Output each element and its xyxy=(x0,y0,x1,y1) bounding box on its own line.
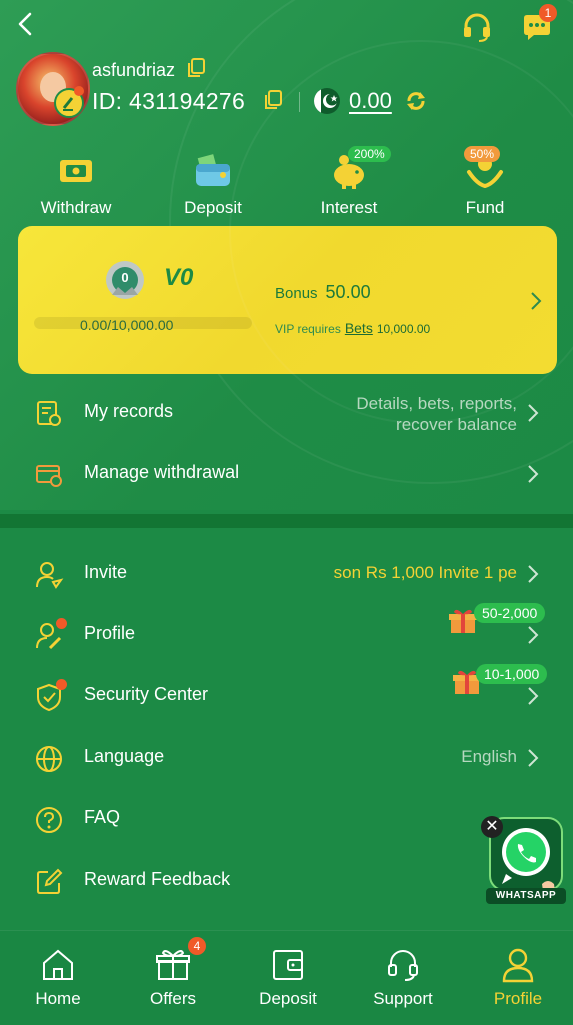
section-divider xyxy=(0,514,573,528)
user-id-label: ID: xyxy=(92,88,123,114)
nav-offers-label: Offers xyxy=(150,989,196,1008)
vip-progress-text: 0.00/10,000.00 xyxy=(80,317,174,333)
quick-interest-label: Interest xyxy=(320,198,378,217)
records-icon xyxy=(37,401,61,426)
vip-level-name: V0 xyxy=(164,264,194,291)
person-icon xyxy=(498,945,538,985)
home-icon xyxy=(38,945,78,985)
hand-coins-icon xyxy=(463,148,507,192)
messages-badge: 1 xyxy=(539,4,557,22)
pakistan-flag-icon xyxy=(314,88,340,114)
vip-bonus: Bonus 50.00 xyxy=(275,282,371,303)
whatsapp-floating-button[interactable]: WHATSAPP ✕ xyxy=(481,814,566,906)
nav-home-label: Home xyxy=(35,989,81,1008)
chevron-right-icon xyxy=(528,749,539,767)
security-center-row[interactable]: Security Center 10-1,000 xyxy=(0,664,573,724)
nav-support-label: Support xyxy=(373,989,433,1008)
nav-profile[interactable]: Profile xyxy=(463,945,573,1009)
quick-fund-label: Fund xyxy=(465,198,505,217)
edit-square-icon xyxy=(37,868,63,894)
interest-tag: 200% xyxy=(348,146,391,162)
close-icon[interactable]: ✕ xyxy=(481,816,503,838)
vip-requires-label: VIP requires xyxy=(275,322,341,336)
vip-bonus-value: 50.00 xyxy=(325,282,371,302)
invite-label: Invite xyxy=(84,562,128,582)
profile-label: Profile xyxy=(84,623,136,643)
chevron-right-icon xyxy=(528,687,539,705)
nav-profile-label: Profile xyxy=(493,989,543,1008)
question-circle-icon xyxy=(36,807,62,833)
offers-badge: 4 xyxy=(188,937,206,955)
invite-promo-text: son Rs 1,000 Invite 1 pe xyxy=(333,563,517,582)
language-row[interactable]: Language English xyxy=(0,730,573,786)
nav-offers[interactable]: 4 Offers xyxy=(118,937,228,1009)
my-records-subtitle-line1: Details, bets, reports, xyxy=(356,394,517,413)
wallet-icon xyxy=(191,148,235,192)
quick-interest[interactable]: 200% Interest xyxy=(294,146,404,218)
nav-deposit-label: Deposit xyxy=(259,989,317,1008)
invite-row[interactable]: Invite son Rs 1,000 Invite 1 pe xyxy=(0,546,573,602)
refresh-balance-icon[interactable] xyxy=(405,90,427,112)
profile-notification-dot xyxy=(56,618,67,629)
globe-icon xyxy=(36,746,62,772)
header-separator xyxy=(299,92,300,112)
language-label: Language xyxy=(84,746,165,766)
my-records-subtitle: Details, bets, reports, recover balance xyxy=(356,393,517,435)
nav-support[interactable]: Support xyxy=(348,945,458,1009)
ticket-icon xyxy=(54,148,98,192)
my-records-label: My records xyxy=(84,401,174,421)
vip-card[interactable]: 0 V0 0.00/10,000.00 Bonus 50.00 VIP requi… xyxy=(18,226,557,374)
my-records-subtitle-line2: recover balance xyxy=(396,415,517,434)
nav-deposit[interactable]: Deposit xyxy=(233,945,343,1009)
copy-id-icon[interactable] xyxy=(264,90,282,110)
quick-withdraw-label: Withdraw xyxy=(40,198,112,217)
quick-withdraw[interactable]: Withdraw xyxy=(21,148,131,218)
profile-reward-pill: 50-2,000 xyxy=(474,603,546,623)
headset-icon xyxy=(383,945,423,985)
quick-deposit-label: Deposit xyxy=(184,198,242,217)
copy-username-icon[interactable] xyxy=(187,58,205,78)
chevron-right-icon xyxy=(528,626,539,644)
username: asfundriaz xyxy=(92,60,176,80)
chevron-right-icon xyxy=(528,404,539,422)
chevron-right-icon xyxy=(528,465,539,483)
headset-icon[interactable] xyxy=(460,10,494,44)
avatar-notification-dot xyxy=(74,86,84,96)
withdrawal-card-icon xyxy=(36,465,62,487)
invite-user-icon xyxy=(36,562,64,589)
vip-requirement: VIP requires Bets 10,000.00 xyxy=(275,320,430,336)
nav-home[interactable]: Home xyxy=(3,945,113,1009)
quick-deposit[interactable]: Deposit xyxy=(158,148,268,218)
manage-withdrawal-label: Manage withdrawal xyxy=(84,462,240,482)
faq-label: FAQ xyxy=(84,807,121,827)
security-reward-pill: 10-1,000 xyxy=(476,664,548,684)
gift-icon xyxy=(153,945,193,985)
back-chevron-icon[interactable] xyxy=(14,10,38,38)
chevron-right-icon xyxy=(528,565,539,583)
vip-level-number: 0 xyxy=(121,270,129,285)
quick-fund[interactable]: 50% Fund xyxy=(430,146,540,218)
vip-bonus-label: Bonus xyxy=(275,285,318,302)
vip-chevron-right-icon xyxy=(531,292,542,310)
vip-requires-value: 10,000.00 xyxy=(376,322,431,336)
piggy-bank-icon xyxy=(327,148,371,192)
vip-bets-link[interactable]: Bets xyxy=(345,320,373,336)
balance-amount[interactable]: 0.00 xyxy=(349,88,392,114)
whatsapp-label: WHATSAPP xyxy=(495,890,557,901)
my-records-row[interactable]: My records Details, bets, reports, recov… xyxy=(0,385,573,441)
user-id-value: 431194276 xyxy=(129,88,246,114)
manage-withdrawal-row[interactable]: Manage withdrawal xyxy=(0,446,573,502)
user-id: ID: 431194276 xyxy=(92,88,245,115)
security-center-label: Security Center xyxy=(84,684,209,704)
reward-feedback-label: Reward Feedback xyxy=(84,869,231,889)
profile-row[interactable]: Profile 50-2,000 xyxy=(0,603,573,663)
language-value: English xyxy=(461,747,517,766)
profile-header: 1 asfundriaz ID: 431194276 0.00 Withdraw… xyxy=(0,0,573,510)
fund-tag: 50% xyxy=(464,146,501,162)
security-notification-dot xyxy=(56,679,67,690)
wallet-icon xyxy=(268,945,308,985)
bottom-navigation: Home 4 Offers Deposit Support Profile xyxy=(0,930,573,1025)
